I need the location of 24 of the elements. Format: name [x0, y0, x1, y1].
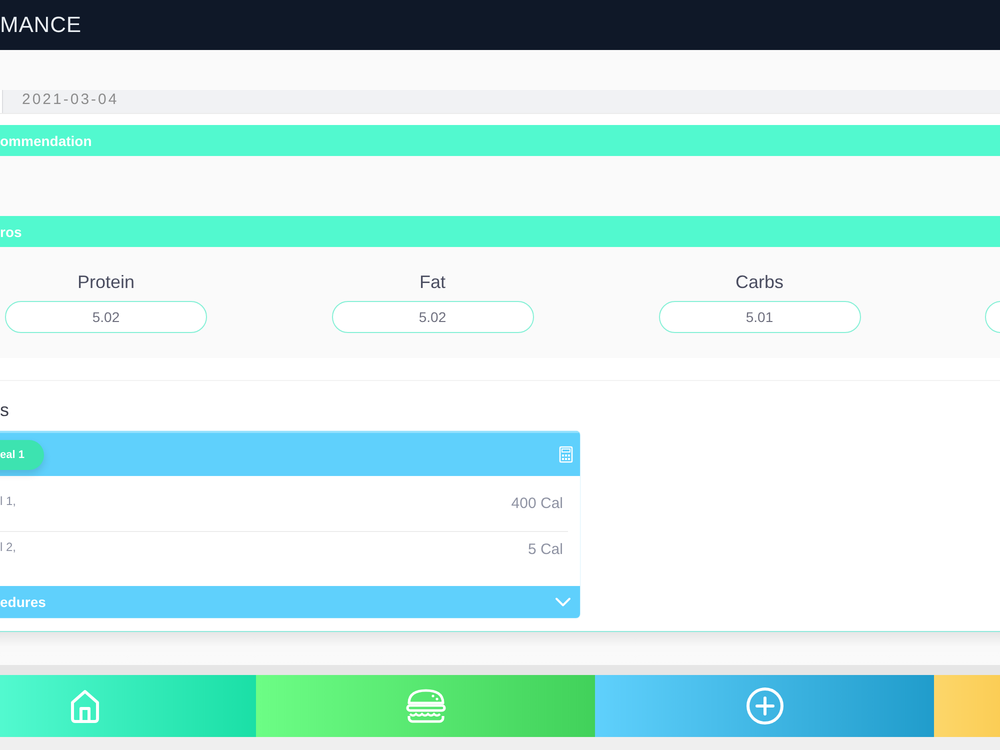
macro-value-field[interactable]: 5.02 — [332, 301, 534, 333]
food-name: l 1, — [0, 494, 16, 509]
meal-tag[interactable]: eal 1 — [0, 440, 44, 470]
nav-button[interactable] — [0, 675, 256, 737]
macro-value-field[interactable]: 5.02 — [5, 301, 207, 333]
macro-label: Carbs — [735, 271, 784, 293]
app-title: MANCE — [0, 12, 82, 38]
add-circle-icon — [746, 687, 784, 725]
nav-button[interactable] — [595, 675, 934, 737]
calorie-value: 5 Cal — [528, 541, 563, 559]
home-icon — [70, 688, 100, 724]
calculator-icon — [559, 446, 573, 463]
burger-icon — [406, 689, 446, 723]
procedures-bar[interactable]: edures — [0, 586, 580, 618]
nav-button[interactable] — [256, 675, 595, 737]
macro-label: Protein — [77, 271, 135, 293]
section-heading: s — [0, 399, 10, 421]
macro-value-field[interactable]: 5.01 — [658, 301, 860, 333]
food-name: l 2, — [0, 540, 16, 555]
macro-label: Fat — [419, 271, 446, 293]
date-field[interactable]: 2021-03-04 — [2, 90, 1000, 113]
calorie-value: 400 Cal — [511, 495, 563, 513]
nav-button[interactable] — [934, 675, 1000, 737]
procedures-label: edures — [0, 594, 46, 610]
